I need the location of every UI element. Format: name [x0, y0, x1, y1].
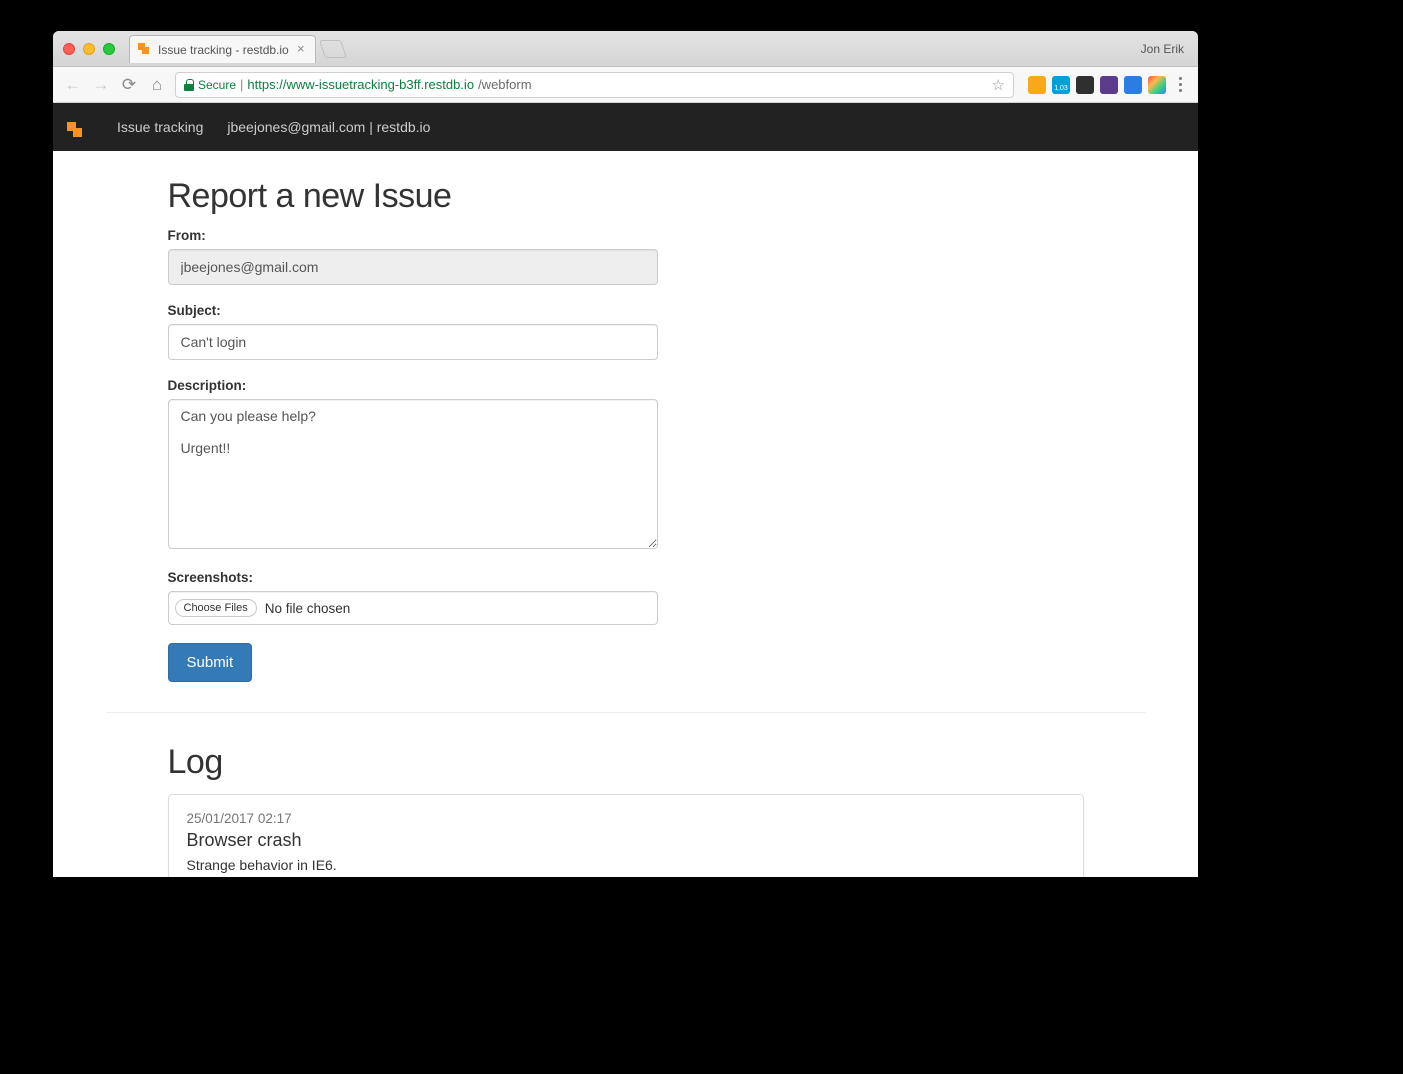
browser-toolbar: ← → ⟳ ⌂ Secure | https://www-issuetracki… — [53, 67, 1198, 103]
secure-indicator: Secure — [184, 78, 236, 92]
log-entry-body: Strange behavior in IE6. — [187, 857, 1065, 873]
from-label: From: — [168, 228, 658, 243]
window-zoom-icon[interactable] — [103, 43, 115, 55]
from-field — [168, 249, 658, 285]
browser-tabbar: Issue tracking - restdb.io × Jon Erik — [53, 31, 1198, 67]
page-viewport: Issue tracking jbeejones@gmail.com | res… — [53, 103, 1198, 877]
tab-close-icon[interactable]: × — [295, 43, 307, 55]
extension-icon[interactable] — [1100, 76, 1118, 94]
extension-icon[interactable] — [1148, 76, 1166, 94]
extension-icon[interactable] — [1028, 76, 1046, 94]
window-close-icon[interactable] — [63, 43, 75, 55]
browser-tab-active[interactable]: Issue tracking - restdb.io × — [129, 35, 316, 63]
choose-files-button[interactable]: Choose Files — [175, 599, 257, 617]
app-logo-icon[interactable] — [67, 118, 85, 136]
secure-label: Secure — [198, 78, 236, 92]
tab-title: Issue tracking - restdb.io — [158, 43, 289, 57]
url-path: /webform — [478, 77, 531, 92]
nav-link-identity[interactable]: jbeejones@gmail.com | restdb.io — [227, 119, 430, 135]
subject-label: Subject: — [168, 303, 658, 318]
screenshots-label: Screenshots: — [168, 570, 658, 585]
submit-button[interactable]: Submit — [168, 643, 253, 682]
new-tab-button[interactable] — [319, 40, 347, 58]
browser-window: Issue tracking - restdb.io × Jon Erik ← … — [53, 31, 1198, 877]
chrome-menu-icon[interactable] — [1172, 77, 1188, 92]
url-host: https://www-issuetracking-b3ff.restdb.io — [247, 77, 474, 92]
chrome-profile-label[interactable]: Jon Erik — [1141, 31, 1184, 67]
bookmark-star-icon[interactable]: ☆ — [992, 76, 1005, 94]
extension-icon[interactable] — [1124, 76, 1142, 94]
screenshots-field[interactable]: Choose Files No file chosen — [168, 591, 658, 625]
extension-tray: 1.03 — [1028, 76, 1188, 94]
nav-link-app-name[interactable]: Issue tracking — [117, 119, 203, 135]
description-label: Description: — [168, 378, 658, 393]
log-entry-title: Browser crash — [187, 830, 1065, 851]
lock-icon — [184, 79, 194, 91]
subject-field[interactable] — [168, 324, 658, 360]
log-heading: Log — [168, 743, 1084, 782]
nav-home-icon[interactable]: ⌂ — [147, 75, 167, 95]
page-title: Report a new Issue — [168, 177, 1084, 216]
window-minimize-icon[interactable] — [83, 43, 95, 55]
page-scroll[interactable]: Report a new Issue From: Subject: Descri… — [53, 151, 1198, 877]
section-divider — [106, 712, 1146, 713]
window-controls — [63, 43, 115, 55]
extension-icon[interactable]: 1.03 — [1052, 76, 1070, 94]
address-bar[interactable]: Secure | https://www-issuetracking-b3ff.… — [175, 72, 1014, 98]
nav-back-icon[interactable]: ← — [63, 75, 83, 95]
description-field[interactable] — [168, 399, 658, 549]
log-entry-date: 25/01/2017 02:17 — [187, 811, 1065, 826]
extension-icon[interactable] — [1076, 76, 1094, 94]
app-navbar: Issue tracking jbeejones@gmail.com | res… — [53, 103, 1198, 151]
file-chosen-text: No file chosen — [265, 601, 351, 616]
nav-forward-icon[interactable]: → — [91, 75, 111, 95]
nav-reload-icon[interactable]: ⟳ — [119, 75, 139, 95]
log-entry: 25/01/2017 02:17 Browser crash Strange b… — [168, 794, 1084, 877]
favicon-icon — [138, 43, 152, 57]
